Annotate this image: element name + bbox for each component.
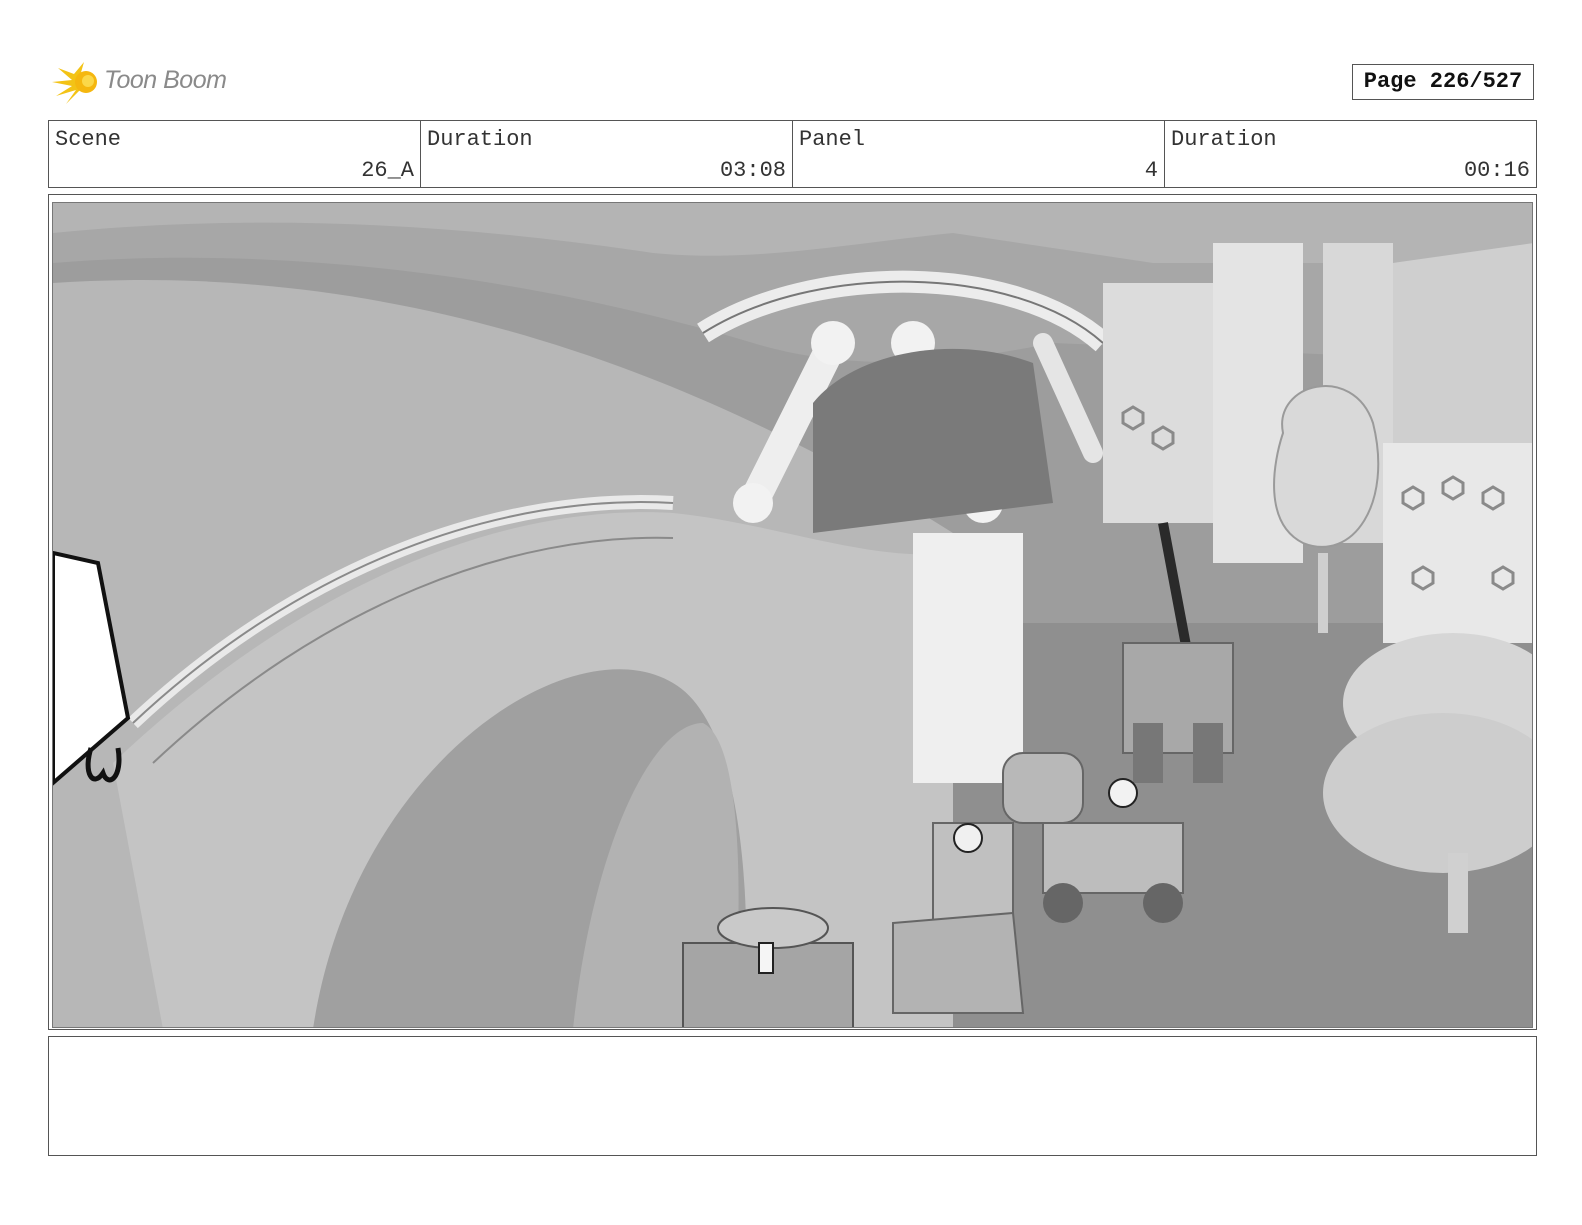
panel-value: 4 <box>1144 158 1158 183</box>
scene-value: 26_A <box>361 158 414 183</box>
scene-duration-value: 03:08 <box>719 158 786 183</box>
scene-duration-cell: Duration 03:08 <box>421 121 793 187</box>
logo-text: Toon Boom <box>104 66 227 94</box>
panel-duration-cell: Duration 00:16 <box>1165 121 1536 187</box>
scene-render <box>53 203 1532 1027</box>
scene-info-table: Scene 26_A Duration 03:08 Panel 4 Durati… <box>48 120 1537 188</box>
panel-label: Panel <box>799 127 866 152</box>
notes-box <box>48 1036 1537 1156</box>
toon-boom-logo: Toon Boom <box>50 56 250 108</box>
scene-label: Scene <box>55 127 122 152</box>
panel-duration-label: Duration <box>1171 127 1277 152</box>
starburst-icon <box>52 62 97 104</box>
scene-cell: Scene 26_A <box>49 121 421 187</box>
scene-duration-label: Duration <box>427 127 533 152</box>
panel-cell: Panel 4 <box>793 121 1165 187</box>
panel-duration-value: 00:16 <box>1463 158 1530 183</box>
storyboard-panel-image <box>52 202 1533 1028</box>
page-number: Page 226/527 <box>1352 64 1534 100</box>
